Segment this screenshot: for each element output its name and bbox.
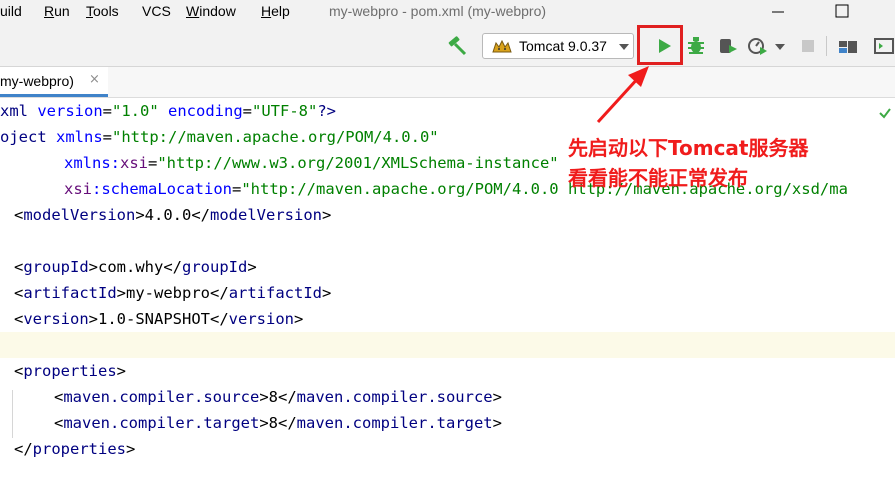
tab-label: my-webpro) [0, 73, 74, 89]
run-with-coverage-button[interactable] [716, 34, 740, 58]
menu-help-rest: elp [271, 3, 290, 19]
stop-button[interactable] [796, 34, 820, 58]
menu-run[interactable]: Run [44, 3, 70, 19]
build-hammer-button[interactable] [446, 34, 470, 58]
stop-icon [802, 40, 814, 52]
tab-pom-xml[interactable]: my-webpro) × [0, 67, 108, 97]
editor-tab-bar: my-webpro) × [0, 67, 895, 98]
menu-run-rest: un [54, 3, 70, 19]
menu-window-rest: indow [199, 3, 236, 19]
maximize-icon [835, 4, 849, 18]
project-structure-icon [839, 41, 857, 53]
current-line-highlight [0, 332, 895, 358]
menu-tools-rest: ools [93, 3, 119, 19]
menu-run-mnemonic: R [44, 3, 55, 19]
tomcat-icon [492, 39, 512, 53]
menu-help[interactable]: Help [261, 3, 290, 19]
minimize-button[interactable] [758, 0, 798, 24]
profile-button[interactable] [746, 34, 770, 58]
more-run-options-button[interactable] [772, 34, 788, 58]
menu-window[interactable]: Window [186, 3, 236, 19]
chevron-down-icon [775, 44, 785, 50]
close-icon[interactable]: × [89, 72, 100, 87]
minimize-icon [772, 11, 784, 13]
menu-vcs[interactable]: VCS [142, 3, 171, 19]
maximize-button[interactable] [822, 0, 862, 24]
run-button-highlight-box [637, 25, 683, 65]
code-line: xml version="1.0" encoding="UTF-8"?> [0, 102, 337, 120]
window-title: my-webpro - pom.xml (my-webpro) [329, 3, 547, 19]
menu-help-mnemonic: H [261, 3, 272, 19]
hammer-icon [448, 36, 467, 56]
coverage-icon [720, 39, 737, 53]
main-toolbar: Tomcat 9.0.37 [0, 24, 895, 67]
code-line: <groupId>com.why</groupId> [14, 258, 257, 276]
menu-bar: uild Run Tools VCS Window Help my-webpro… [0, 0, 895, 24]
run-configuration-selector[interactable]: Tomcat 9.0.37 [482, 33, 634, 59]
code-line: </properties> [14, 440, 136, 458]
profiler-icon [748, 38, 767, 55]
annotation-text-line-2: 看看能不能正常发布 [568, 166, 748, 190]
no-problems-check-icon [879, 108, 891, 119]
code-line: <maven.compiler.target>8</maven.compiler… [54, 414, 502, 432]
annotation-text-line-1: 先启动以下Tomcat服务器 [568, 136, 809, 160]
toolbar-separator [826, 36, 827, 56]
code-line: <version>1.0-SNAPSHOT</version> [14, 310, 304, 328]
menu-build[interactable]: uild [0, 3, 22, 19]
project-structure-button[interactable] [836, 34, 860, 58]
terminal-window-icon [874, 38, 894, 54]
code-line: <modelVersion>4.0.0</modelVersion> [14, 206, 332, 224]
code-line: xsi:schemaLocation="http://maven.apache.… [64, 180, 848, 198]
code-line: <artifactId>my-webpro</artifactId> [14, 284, 332, 302]
debug-button[interactable] [684, 34, 708, 58]
menu-window-mnemonic: W [186, 3, 200, 19]
run-configuration-label: Tomcat 9.0.37 [519, 38, 607, 54]
code-line: <properties> [14, 362, 127, 380]
run-anything-button[interactable] [872, 34, 895, 58]
debug-bug-icon [688, 37, 704, 54]
indent-guide [12, 390, 14, 438]
chevron-down-icon [619, 44, 629, 50]
menu-tools[interactable]: Tools [86, 3, 119, 19]
menu-tools-mnemonic: T [86, 3, 93, 19]
code-line: <maven.compiler.source>8</maven.compiler… [54, 388, 502, 406]
